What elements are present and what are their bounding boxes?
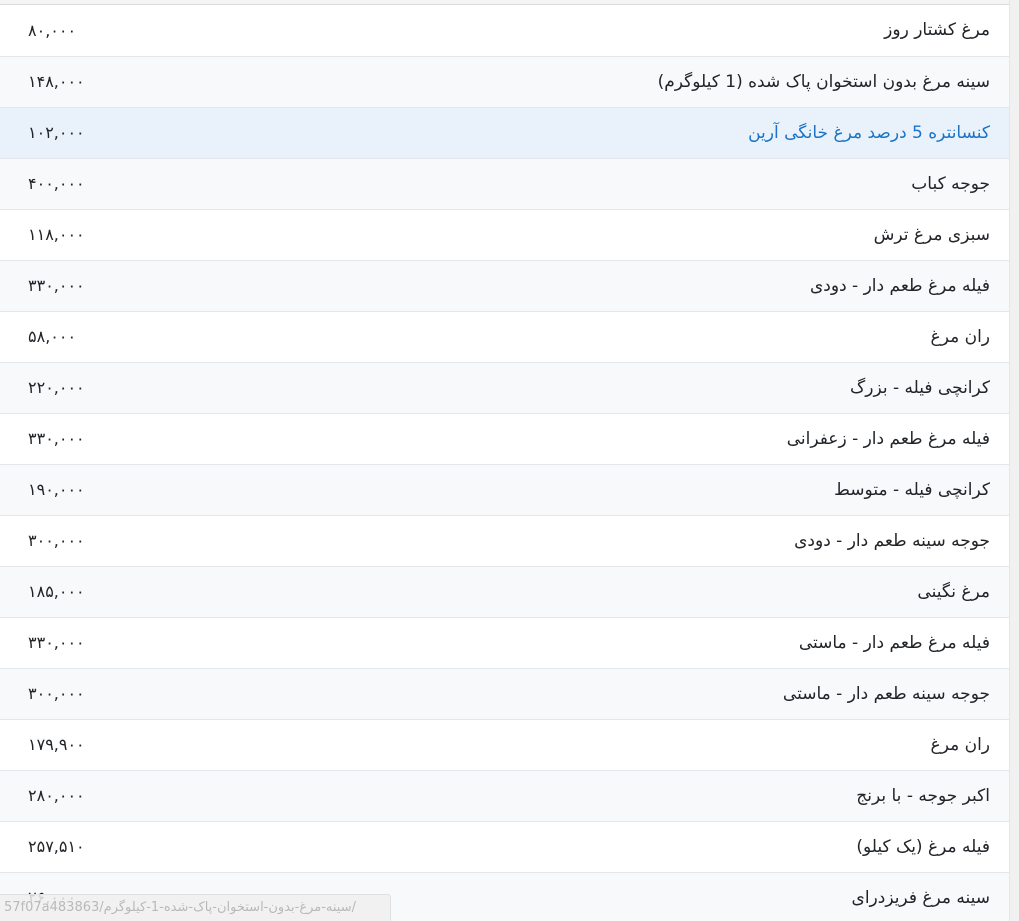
price-cell: ۸۰,۰۰۰	[0, 5, 188, 57]
price-cell: ۵۸,۰۰۰	[0, 311, 188, 363]
table-row: ۱۹۰,۰۰۰ کرانچی فیله - متوسط	[0, 464, 1010, 516]
table-row-hovered[interactable]: ۱۰۲,۰۰۰ کنسانتره 5 درصد مرغ خانگی آرین	[0, 107, 1010, 159]
product-link[interactable]: کنسانتره 5 درصد مرغ خانگی آرین	[748, 123, 990, 143]
product-name-cell: مرغ نگینی	[188, 566, 1010, 618]
product-name-cell: سینه مرغ بدون استخوان پاک شده (1 کیلوگرم…	[188, 56, 1010, 108]
price-cell: ۳۳۰,۰۰۰	[0, 413, 188, 465]
table-row: ۱۷۹,۹۰۰ ران مرغ	[0, 719, 1010, 771]
product-name-cell: مرغ کشتار روز	[188, 5, 1010, 57]
table-row: ۴۰۰,۰۰۰ جوجه کباب	[0, 158, 1010, 210]
product-name-cell: کرانچی فیله - متوسط	[188, 464, 1010, 516]
price-cell: ۱۷۹,۹۰۰	[0, 719, 188, 771]
table-row: ۸۰,۰۰۰ مرغ کشتار روز	[0, 5, 1010, 57]
product-name-cell: جوجه کباب	[188, 158, 1010, 210]
link-status-bar: /سینه-مرغ-بدون-استخوان-پاک-شده-1-کیلوگرم…	[0, 894, 391, 921]
price-cell: ۲۵۷,۵۱۰	[0, 821, 188, 873]
product-name-cell: اکبر جوجه - با برنج	[188, 770, 1010, 822]
price-cell: ۲۲۰,۰۰۰	[0, 362, 188, 414]
table-row: ۳۳۰,۰۰۰ فیله مرغ طعم دار - دودی	[0, 260, 1010, 312]
table-row: ۲۲۰,۰۰۰ کرانچی فیله - بزرگ	[0, 362, 1010, 414]
price-cell: ۱۱۸,۰۰۰	[0, 209, 188, 261]
price-cell: ۳۳۰,۰۰۰	[0, 260, 188, 312]
table-row: ۱۸۵,۰۰۰ مرغ نگینی	[0, 566, 1010, 618]
price-cell: ۳۰۰,۰۰۰	[0, 515, 188, 567]
price-cell: ۱۰۲,۰۰۰	[0, 107, 188, 159]
table-row: ۳۰۰,۰۰۰ جوجه سینه طعم دار - ماستی	[0, 668, 1010, 720]
product-name-cell: ران مرغ	[188, 311, 1010, 363]
table-row: ۳۳۰,۰۰۰ فیله مرغ طعم دار - زعفرانی	[0, 413, 1010, 465]
product-name-cell: کرانچی فیله - بزرگ	[188, 362, 1010, 414]
table-row: ۳۰۰,۰۰۰ جوجه سینه طعم دار - دودی	[0, 515, 1010, 567]
product-name-cell: جوجه سینه طعم دار - دودی	[188, 515, 1010, 567]
price-cell: ۳۰۰,۰۰۰	[0, 668, 188, 720]
price-cell: ۴۰۰,۰۰۰	[0, 158, 188, 210]
table-row: ۲۵۷,۵۱۰ فیله مرغ (یک کیلو)	[0, 821, 1010, 873]
product-name-cell: سبزی مرغ ترش	[188, 209, 1010, 261]
product-name-cell: کنسانتره 5 درصد مرغ خانگی آرین	[188, 107, 1010, 159]
price-cell: ۱۸۵,۰۰۰	[0, 566, 188, 618]
table-row: ۱۴۸,۰۰۰ سینه مرغ بدون استخوان پاک شده (1…	[0, 56, 1010, 108]
price-cell: ۲۸۰,۰۰۰	[0, 770, 188, 822]
table-row: ۳۳۰,۰۰۰ فیله مرغ طعم دار - ماستی	[0, 617, 1010, 669]
product-name-cell: فیله مرغ طعم دار - دودی	[188, 260, 1010, 312]
table-row: ۵۸,۰۰۰ ران مرغ	[0, 311, 1010, 363]
price-table: ۸۰,۰۰۰ مرغ کشتار روز ۱۴۸,۰۰۰ سینه مرغ بد…	[0, 5, 1010, 921]
product-name-cell: فیله مرغ طعم دار - ماستی	[188, 617, 1010, 669]
product-name-cell: فیله مرغ طعم دار - زعفرانی	[188, 413, 1010, 465]
product-name-cell: جوجه سینه طعم دار - ماستی	[188, 668, 1010, 720]
table-row: ۱۱۸,۰۰۰ سبزی مرغ ترش	[0, 209, 1010, 261]
price-cell: ۱۹۰,۰۰۰	[0, 464, 188, 516]
price-cell: ۱۴۸,۰۰۰	[0, 56, 188, 108]
page: ۸۰,۰۰۰ مرغ کشتار روز ۱۴۸,۰۰۰ سینه مرغ بد…	[0, 0, 1019, 921]
product-name-cell: فیله مرغ (یک کیلو)	[188, 821, 1010, 873]
product-name-cell: ران مرغ	[188, 719, 1010, 771]
table-row: ۲۸۰,۰۰۰ اکبر جوجه - با برنج	[0, 770, 1010, 822]
scrollbar[interactable]	[1009, 0, 1019, 921]
price-cell: ۳۳۰,۰۰۰	[0, 617, 188, 669]
